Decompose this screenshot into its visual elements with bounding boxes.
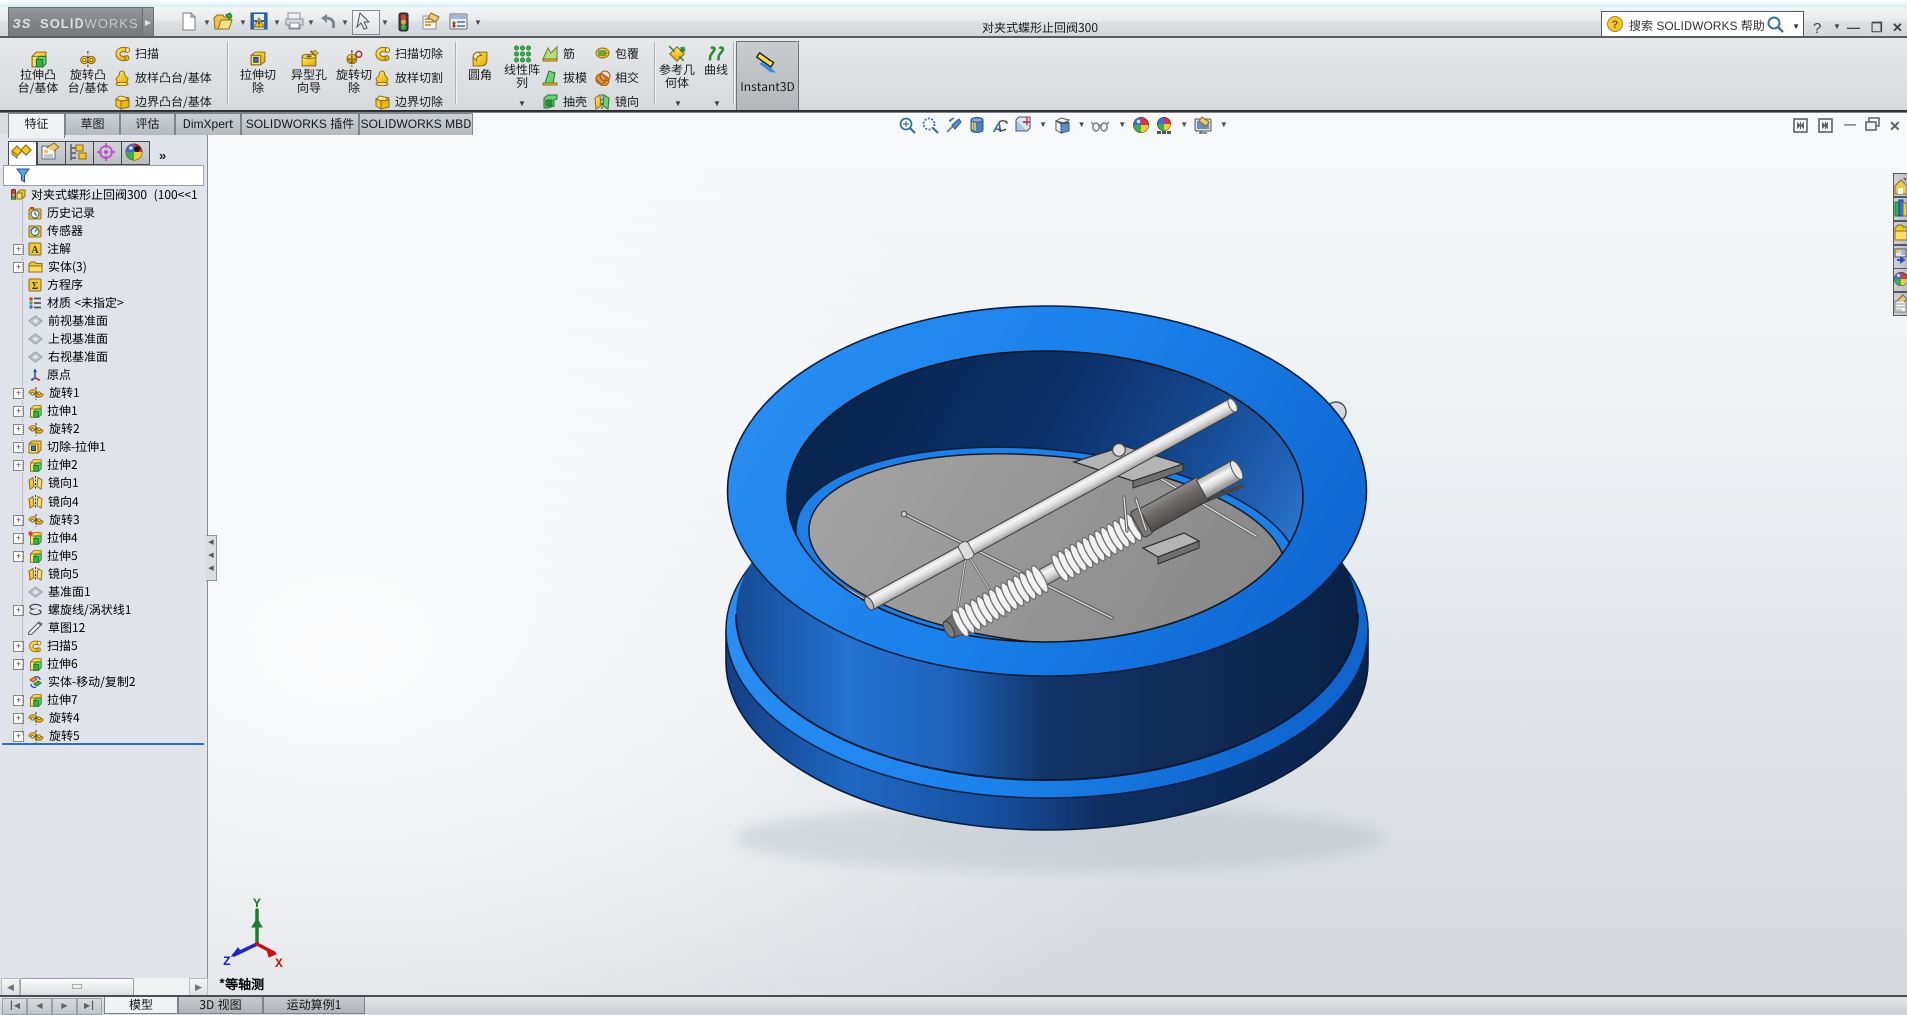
svg-text:Σ: Σ bbox=[32, 281, 39, 292]
svg-text:Z: Z bbox=[223, 954, 231, 969]
svg-text:A: A bbox=[31, 245, 39, 256]
svg-text:Y: Y bbox=[253, 896, 261, 911]
svg-text:X: X bbox=[275, 956, 283, 971]
svg-text:?: ? bbox=[1612, 16, 1619, 32]
